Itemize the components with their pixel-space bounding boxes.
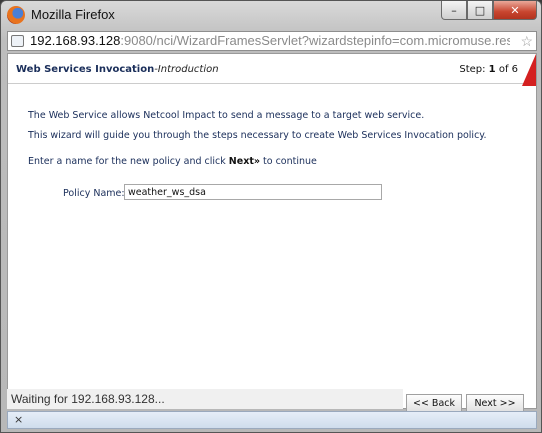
policy-name-label: Policy Name: [63,188,125,199]
instruction-next: Next» [228,156,260,167]
intro-text-1: The Web Service allows Netcool Impact to… [28,110,425,121]
wizard-title: Web Services Invocation-Introduction [16,64,219,75]
next-button[interactable]: Next >> [466,394,524,412]
site-identity-icon[interactable] [11,35,24,47]
wizard-page: Web Services Invocation-Introduction Ste… [7,53,537,409]
close-bar-icon[interactable]: × [14,413,23,426]
intro-text-2: This wizard will guide you through the s… [28,130,487,141]
url-host: 192.168.93.128 [30,33,121,48]
corner-accent [522,54,536,86]
step-prefix: Step: [459,64,489,75]
instruction-before: Enter a name for the new policy and clic… [28,156,229,167]
window-title: Mozilla Firefox [31,7,115,22]
step-indicator: Step: 1 of 6 [459,64,518,75]
status-bar: Waiting for 192.168.93.128... [7,389,403,409]
step-suffix: of 6 [495,64,518,75]
maximize-button[interactable]: □ [467,1,493,20]
url-path: :9080/nci/WizardFramesServlet?wizardstep… [120,33,510,48]
title-bar[interactable]: Mozilla Firefox – □ ✕ [1,1,541,29]
wizard-header: Web Services Invocation-Introduction Ste… [8,54,536,86]
back-button[interactable]: << Back [406,394,462,412]
wizard-title-main: Web Services Invocation [16,64,155,75]
browser-window: Mozilla Firefox – □ ✕ 192.168.93.128:908… [0,0,542,433]
instruction-text: Enter a name for the new policy and clic… [28,156,317,167]
url-text: 192.168.93.128:9080/nci/WizardFramesServ… [30,32,510,50]
firefox-logo-icon [7,6,25,24]
window-controls: – □ ✕ [441,1,537,21]
policy-name-input[interactable] [124,184,382,200]
bookmark-star-icon[interactable]: ☆ [520,32,533,50]
step-current: 1 [488,64,496,75]
minimize-button[interactable]: – [441,1,467,20]
address-bar[interactable]: 192.168.93.128:9080/nci/WizardFramesServ… [7,31,537,51]
wizard-title-sub: -Introduction [154,64,219,75]
bottom-bar: × [7,411,537,429]
instruction-after: to continue [260,156,317,167]
close-button[interactable]: ✕ [493,1,537,20]
